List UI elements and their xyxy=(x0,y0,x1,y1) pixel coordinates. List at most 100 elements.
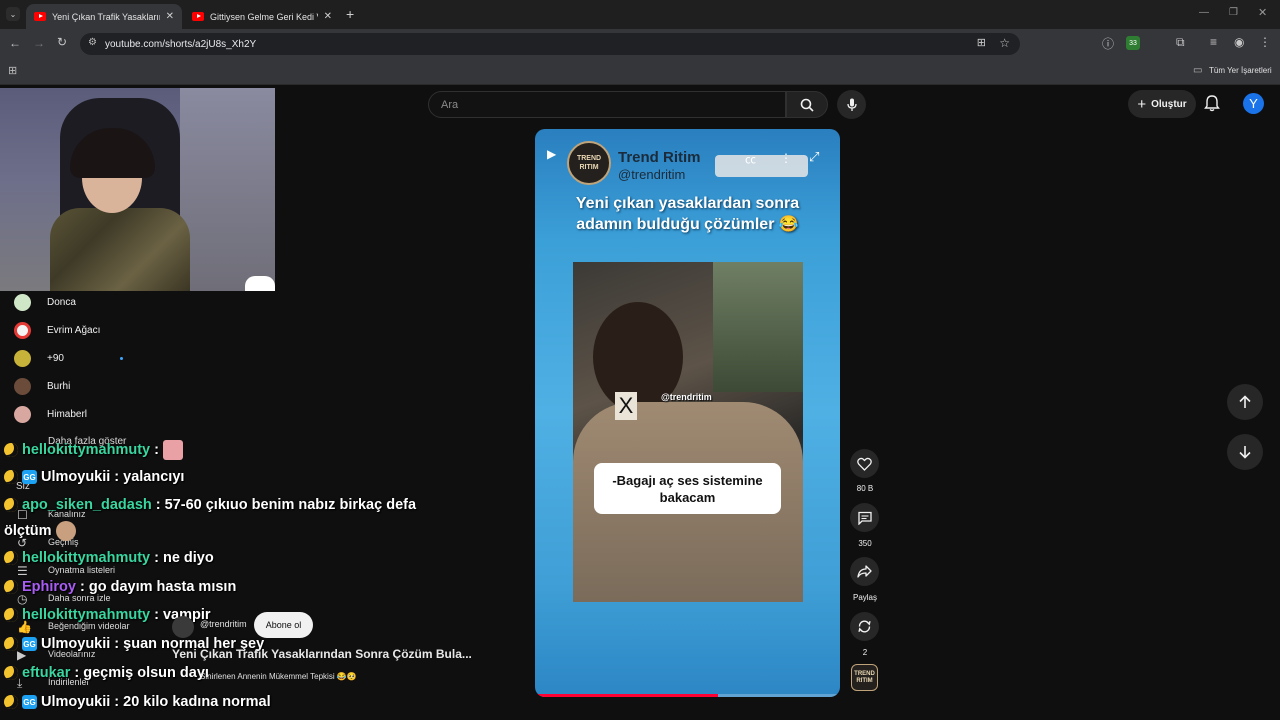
forward-icon[interactable]: → xyxy=(33,36,45,50)
chat-username: eftukar xyxy=(22,665,71,681)
subscribe-button[interactable]: Abone ol xyxy=(254,612,313,638)
tab-inactive[interactable]: Gittiysen Gelme Geri Kedi Versiyonu ✕ xyxy=(184,4,340,29)
share-label: Paylaş xyxy=(852,593,877,602)
search-button[interactable] xyxy=(786,91,828,118)
chat-text: : yalancıyı xyxy=(114,469,185,485)
shorts-video-player[interactable]: ▶ ◀) TREND RITIM Trend Ritim @trendritim… xyxy=(535,129,840,697)
new-tab-button[interactable]: + xyxy=(346,6,354,22)
window-close-icon[interactable]: ✕ xyxy=(1258,6,1267,19)
tab-title: Yeni Çıkan Trafik Yasaklarından Sonra Çö… xyxy=(52,11,160,22)
sidebar-item-playlists[interactable]: Oynatma listeleri xyxy=(48,565,115,575)
voice-search-button[interactable] xyxy=(837,90,866,119)
reload-icon[interactable]: ↻ xyxy=(57,35,67,49)
channel-avatar xyxy=(14,405,31,423)
notifications-button[interactable] xyxy=(1204,94,1220,117)
sidebar-item-donca[interactable]: Donca xyxy=(14,288,76,316)
video-title[interactable]: Yeni Çıkan Trafik Yasaklarından Sonra Çö… xyxy=(172,647,472,661)
sidebar-item-label: Burhi xyxy=(47,380,71,392)
overlay-channel-handle[interactable]: @trendritim xyxy=(200,619,247,629)
comment-count: 350 xyxy=(858,539,872,548)
site-info-icon[interactable]: ⚙ xyxy=(88,37,97,48)
folder-icon: ▭ xyxy=(1193,65,1203,76)
sound-thumbnail[interactable]: TREND RITIM xyxy=(851,664,878,691)
moon-badge-icon xyxy=(4,443,18,457)
browser-menu-icon[interactable]: ⋮ xyxy=(1259,35,1271,49)
gg-badge-icon: GG xyxy=(22,637,37,651)
address-bar[interactable]: ⚙ youtube.com/shorts/a2jU8s_Xh2Y ⊞ ☆ xyxy=(80,33,1020,55)
apps-grid-icon[interactable]: ⊞ xyxy=(8,64,17,77)
related-video-link[interactable]: Sinirlenen Annenin Mükemmel Tepkisi 😂🥺 xyxy=(200,672,357,681)
browser-tab-strip: ⌄ Yeni Çıkan Trafik Yasaklarından Sonra … xyxy=(0,0,1280,29)
tab-search-chevron-icon[interactable]: ⌄ xyxy=(6,7,20,21)
chat-text: : 20 kilo kadına normal xyxy=(114,694,271,710)
chat-message: hellokittymahmuty : xyxy=(4,440,183,460)
tab-close-icon[interactable]: ✕ xyxy=(324,11,332,22)
chat-message: GG Ulmoyukii : 20 kilo kadına normal xyxy=(4,694,271,710)
play-icon[interactable]: ▶ xyxy=(547,147,556,161)
moon-badge-icon xyxy=(4,470,18,484)
like-button[interactable] xyxy=(850,449,879,478)
bell-icon xyxy=(1204,95,1220,112)
extensions-puzzle-icon[interactable]: ⧉ xyxy=(1176,35,1185,50)
comments-button[interactable] xyxy=(850,503,879,532)
sidebar-item-evrim-agaci[interactable]: Evrim Ağacı xyxy=(14,316,100,344)
tab-close-icon[interactable]: ✕ xyxy=(166,11,174,22)
plus-icon: + xyxy=(1137,95,1147,113)
brand-handle: @trendritim xyxy=(618,167,686,182)
chat-message: apo_siken_dadash : 57-60 çıkıuo benim na… xyxy=(4,497,416,513)
gg-badge-icon: GG xyxy=(22,695,37,709)
heart-icon xyxy=(857,457,872,471)
account-avatar[interactable]: Y xyxy=(1243,93,1264,114)
chat-text: ölçtüm xyxy=(4,523,52,539)
sidebar-item-himaberl[interactable]: Himaberl xyxy=(14,400,87,428)
chat-message: hellokittymahmuty : ne diyo xyxy=(4,550,214,566)
moon-badge-icon xyxy=(4,695,18,709)
chat-message: eftukar : geçmiş olsun dayı xyxy=(4,665,209,681)
captions-icon[interactable]: ㏄ xyxy=(745,151,756,167)
extension-info-icon[interactable]: ⓘ xyxy=(1102,35,1114,52)
chat-text: : geçmiş olsun dayı xyxy=(74,665,209,681)
webcam-object xyxy=(245,276,275,291)
url-text: youtube.com/shorts/a2jU8s_Xh2Y xyxy=(105,38,257,50)
chat-text: : xyxy=(154,442,159,458)
create-label: Oluştur xyxy=(1151,98,1187,110)
media-controls-icon[interactable]: ≡ xyxy=(1210,35,1217,49)
sidebar-item-plus90[interactable]: +90 xyxy=(14,344,123,372)
profile-icon[interactable]: ◉ xyxy=(1234,35,1244,49)
share-arrow-icon xyxy=(857,565,872,578)
back-icon[interactable]: ← xyxy=(9,36,21,50)
next-short-button[interactable] xyxy=(1227,434,1263,470)
clip-window xyxy=(713,262,803,392)
share-button[interactable] xyxy=(850,557,879,586)
video-headline: Yeni çıkan yasaklardan sonra adamın buld… xyxy=(575,195,800,233)
previous-short-button[interactable] xyxy=(1227,384,1263,420)
restore-icon[interactable]: ❐ xyxy=(1229,7,1238,18)
overlay-channel-avatar[interactable] xyxy=(172,616,194,638)
channel-avatar xyxy=(14,321,31,339)
gg-badge-icon: GG xyxy=(22,470,37,484)
youtube-favicon-icon xyxy=(192,12,204,21)
chat-username: Ephiroy xyxy=(22,579,76,595)
tab-active[interactable]: Yeni Çıkan Trafik Yasaklarından Sonra Çö… xyxy=(26,4,182,29)
channel-avatar xyxy=(14,377,31,395)
minimize-icon[interactable]: — xyxy=(1199,7,1209,18)
install-app-icon[interactable]: ⊞ xyxy=(977,36,986,49)
extension-badge[interactable]: 33 xyxy=(1126,36,1140,50)
search-icon xyxy=(800,98,814,112)
sidebar-item-label: Evrim Ağacı xyxy=(47,324,101,336)
remix-button[interactable] xyxy=(850,612,879,641)
bookmark-star-icon[interactable]: ☆ xyxy=(999,36,1010,50)
fullscreen-icon[interactable]: ⤢ xyxy=(809,149,819,165)
all-bookmarks-link[interactable]: Tüm Yer İşaretleri xyxy=(1209,66,1272,75)
sidebar-item-burhi[interactable]: Burhi xyxy=(14,372,70,400)
chat-text: : ne diyo xyxy=(154,550,214,566)
streamer-webcam xyxy=(0,88,275,291)
channel-avatar xyxy=(14,349,31,367)
chat-username: Ulmoyukii xyxy=(41,469,111,485)
moon-badge-icon xyxy=(4,580,18,594)
chat-text: : 57-60 çıkıuo benim nabız birkaç defa xyxy=(155,497,417,513)
more-options-icon[interactable]: ⋮ xyxy=(780,151,792,165)
create-button[interactable]: + Oluştur xyxy=(1128,90,1196,118)
emote-icon xyxy=(55,521,76,541)
search-input[interactable]: Ara xyxy=(428,91,786,118)
